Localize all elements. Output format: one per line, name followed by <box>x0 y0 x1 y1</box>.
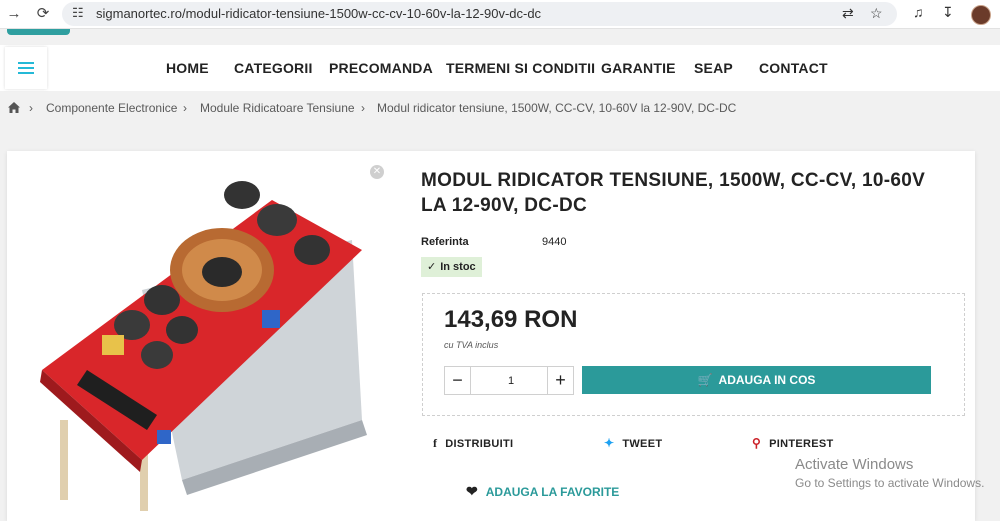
nav-termeni[interactable]: TERMENI SI CONDITII <box>446 60 595 76</box>
translate-icon[interactable]: ⇄ <box>842 5 854 22</box>
product-price: 143,69 RON <box>444 306 578 333</box>
share-twitter-button[interactable]: ✦ TWEET <box>604 436 662 450</box>
windows-activation-watermark: Activate Windows Go to Settings to activ… <box>795 456 984 490</box>
zoom-icon[interactable]: ✕ <box>370 165 384 179</box>
profile-avatar-icon[interactable] <box>971 5 991 25</box>
hamburger-icon <box>18 62 34 64</box>
breadcrumb-item[interactable]: Componente Electronice <box>46 101 177 115</box>
reference-value: 9440 <box>542 236 567 248</box>
reload-icon[interactable]: ⟳ <box>33 4 53 24</box>
chevron-right-icon: › <box>361 101 365 115</box>
hamburger-menu-button[interactable] <box>5 47 47 89</box>
download-icon[interactable]: ↧ <box>942 4 954 21</box>
nav-categorii[interactable]: CATEGORII <box>234 60 313 76</box>
browser-toolbar: → ⟳ ☷ sigmanortec.ro/modul-ridicator-ten… <box>0 0 1000 29</box>
nav-garantie[interactable]: GARANTIE <box>601 60 676 76</box>
product-image[interactable] <box>22 160 388 511</box>
tax-note: cu TVA inclus <box>444 340 499 350</box>
share-facebook-button[interactable]: f DISTRIBUITI <box>433 436 513 451</box>
add-to-favorites-button[interactable]: ❤ ADAUGA LA FAVORITE <box>466 483 619 500</box>
facebook-icon: f <box>433 436 438 450</box>
bookmark-star-icon[interactable]: ☆ <box>870 5 883 22</box>
activate-subtitle: Go to Settings to activate Windows. <box>795 476 985 490</box>
top-accent-strip <box>7 29 70 35</box>
pinterest-icon: ⚲ <box>752 436 762 450</box>
site-settings-icon[interactable]: ☷ <box>72 5 84 21</box>
quantity-stepper: − + <box>444 366 574 395</box>
chevron-right-icon: › <box>29 101 33 115</box>
add-to-cart-button[interactable]: 🛒 ADAUGA IN COS <box>582 366 931 394</box>
quantity-input[interactable] <box>471 367 551 394</box>
nav-contact[interactable]: CONTACT <box>759 60 828 76</box>
activate-title: Activate Windows <box>795 456 914 473</box>
chevron-right-icon: › <box>183 101 187 115</box>
stock-badge: ✓ In stoc <box>421 257 482 277</box>
share-pinterest-button[interactable]: ⚲ PINTEREST <box>752 436 834 450</box>
breadcrumb-item[interactable]: Module Ridicatoare Tensiune <box>200 101 355 115</box>
home-icon[interactable] <box>8 102 20 113</box>
url-text: sigmanortec.ro/modul-ridicator-tensiune-… <box>96 6 542 21</box>
check-icon: ✓ <box>427 261 437 273</box>
add-to-cart-label: ADAUGA IN COS <box>718 373 816 387</box>
nav-home[interactable]: HOME <box>166 60 209 76</box>
favorites-label: ADAUGA LA FAVORITE <box>485 485 620 499</box>
share-twitter-label: TWEET <box>622 438 663 450</box>
media-control-icon[interactable]: ♫ <box>913 4 924 20</box>
product-title: MODUL RIDICATOR TENSIUNE, 1500W, CC-CV, … <box>421 170 926 216</box>
heart-icon: ❤ <box>466 483 478 499</box>
reference-label: Referinta <box>421 236 469 248</box>
breadcrumb-current: Modul ridicator tensiune, 1500W, CC-CV, … <box>377 101 737 115</box>
share-facebook-label: DISTRIBUITI <box>445 438 514 450</box>
share-pinterest-label: PINTEREST <box>769 438 834 450</box>
back-arrow-icon[interactable]: → <box>4 4 24 24</box>
cart-icon: 🛒 <box>697 373 713 387</box>
nav-precomanda[interactable]: PRECOMANDA <box>329 60 433 76</box>
address-bar[interactable]: ☷ sigmanortec.ro/modul-ridicator-tensiun… <box>62 2 897 26</box>
decrease-quantity-button[interactable]: − <box>445 367 471 394</box>
twitter-icon: ✦ <box>604 436 615 450</box>
increase-quantity-button[interactable]: + <box>547 367 573 394</box>
stock-text: In stoc <box>440 261 476 273</box>
nav-seap[interactable]: SEAP <box>694 60 733 76</box>
